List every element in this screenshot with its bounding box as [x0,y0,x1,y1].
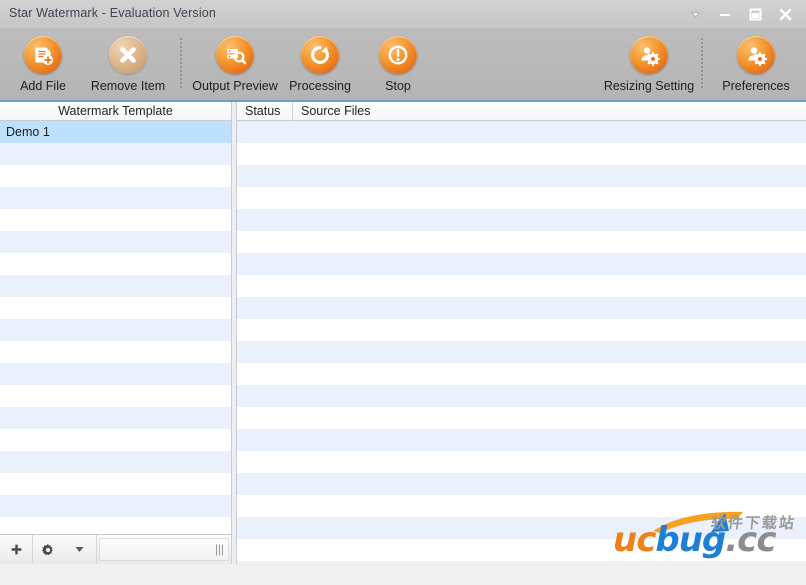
source-file-empty-row [237,319,806,341]
maximize-icon[interactable] [740,1,770,27]
source-file-empty-row [237,341,806,363]
titlebar-dropdown-icon[interactable] [680,1,710,27]
toolbar-right-group: Resizing Setting Preferences [603,28,802,100]
window-title: Star Watermark - Evaluation Version [9,6,216,20]
window-controls [680,0,800,28]
template-list-empty-row [0,209,231,231]
template-list-empty-row [0,165,231,187]
template-list-empty-row [0,253,231,275]
source-file-empty-row [237,231,806,253]
toolbar-label-add-file: Add File [20,79,66,93]
close-icon[interactable] [770,1,800,27]
source-file-empty-row [237,121,806,143]
output-preview-icon [216,36,254,74]
source-file-empty-row [237,143,806,165]
column-header-source-files: Source Files [301,103,371,118]
toolbar-button-processing[interactable]: Processing [281,28,359,98]
add-file-icon [24,36,62,74]
app-window: Star Watermark - Evaluation Version Add … [0,0,806,585]
template-menu-caret-icon[interactable] [63,535,97,564]
column-header-status: Status [237,101,293,121]
toolbar-button-remove-item[interactable]: Remove Item [82,28,174,98]
stop-icon [379,36,417,74]
toolbar-label-processing: Processing [289,79,351,93]
watermark-template-pane: Watermark Template Demo 1 [0,102,232,585]
status-strip [0,564,806,585]
template-list-empty-row [0,143,231,165]
template-list-empty-row [0,187,231,209]
resizing-setting-icon [630,36,668,74]
source-file-empty-row [237,495,806,517]
toolbar-left-group: Add File Remove Item Output Preview Proc… [4,28,437,100]
source-file-empty-row [237,473,806,495]
remove-item-icon [109,36,147,74]
toolbar-separator-2 [701,38,704,88]
watermark-template-list[interactable]: Demo 1 [0,121,231,553]
template-list-empty-row [0,297,231,319]
template-list-empty-row [0,319,231,341]
toolbar-label-resizing-setting: Resizing Setting [603,79,695,93]
source-file-empty-row [237,517,806,539]
template-list-item[interactable]: Demo 1 [0,121,231,143]
template-settings-button[interactable] [33,535,63,564]
source-file-empty-row [237,407,806,429]
toolbar-separator-1 [180,38,183,88]
minimize-icon[interactable] [710,1,740,27]
toolbar-label-remove-item: Remove Item [90,79,166,93]
title-bar: Star Watermark - Evaluation Version [0,0,806,28]
source-file-empty-row [237,451,806,473]
template-list-empty-row [0,495,231,517]
watermark-template-header[interactable]: Watermark Template [0,102,231,121]
source-file-empty-row [237,275,806,297]
resize-grip-icon[interactable] [216,544,223,555]
toolbar-label-output-preview: Output Preview [192,79,278,93]
template-horizontal-scrollbar[interactable] [99,538,229,561]
source-file-empty-row [237,297,806,319]
main-toolbar: Add File Remove Item Output Preview Proc… [0,28,806,102]
add-template-button[interactable] [0,535,33,564]
template-list-empty-row [0,341,231,363]
template-list-empty-row [0,473,231,495]
source-file-empty-row [237,187,806,209]
toolbar-button-preferences[interactable]: Preferences [710,28,802,98]
source-files-pane: Status Source Files [236,101,806,585]
source-file-empty-row [237,209,806,231]
template-list-empty-row [0,363,231,385]
template-list-empty-row [0,429,231,451]
template-list-empty-row [0,231,231,253]
template-list-empty-row [0,451,231,473]
template-list-empty-row [0,275,231,297]
toolbar-button-resizing-setting[interactable]: Resizing Setting [603,28,695,98]
toolbar-button-stop[interactable]: Stop [359,28,437,98]
source-file-empty-row [237,539,806,561]
toolbar-button-output-preview[interactable]: Output Preview [189,28,281,98]
source-files-header[interactable]: Status Source Files [237,101,806,121]
template-bottom-toolbar [0,534,231,564]
source-file-empty-row [237,253,806,275]
template-list-empty-row [0,407,231,429]
template-list-empty-row [0,385,231,407]
source-file-empty-row [237,429,806,451]
source-file-empty-row [237,165,806,187]
processing-icon [301,36,339,74]
template-list-item-label: Demo 1 [6,125,50,139]
source-file-empty-row [237,385,806,407]
preferences-icon [737,36,775,74]
source-files-list[interactable] [237,121,806,583]
toolbar-label-preferences: Preferences [722,79,790,93]
source-file-empty-row [237,363,806,385]
column-header-watermark-template: Watermark Template [58,103,173,118]
content-area: Watermark Template Demo 1 Status Source … [0,101,806,585]
toolbar-label-stop: Stop [385,79,411,93]
toolbar-button-add-file[interactable]: Add File [4,28,82,98]
